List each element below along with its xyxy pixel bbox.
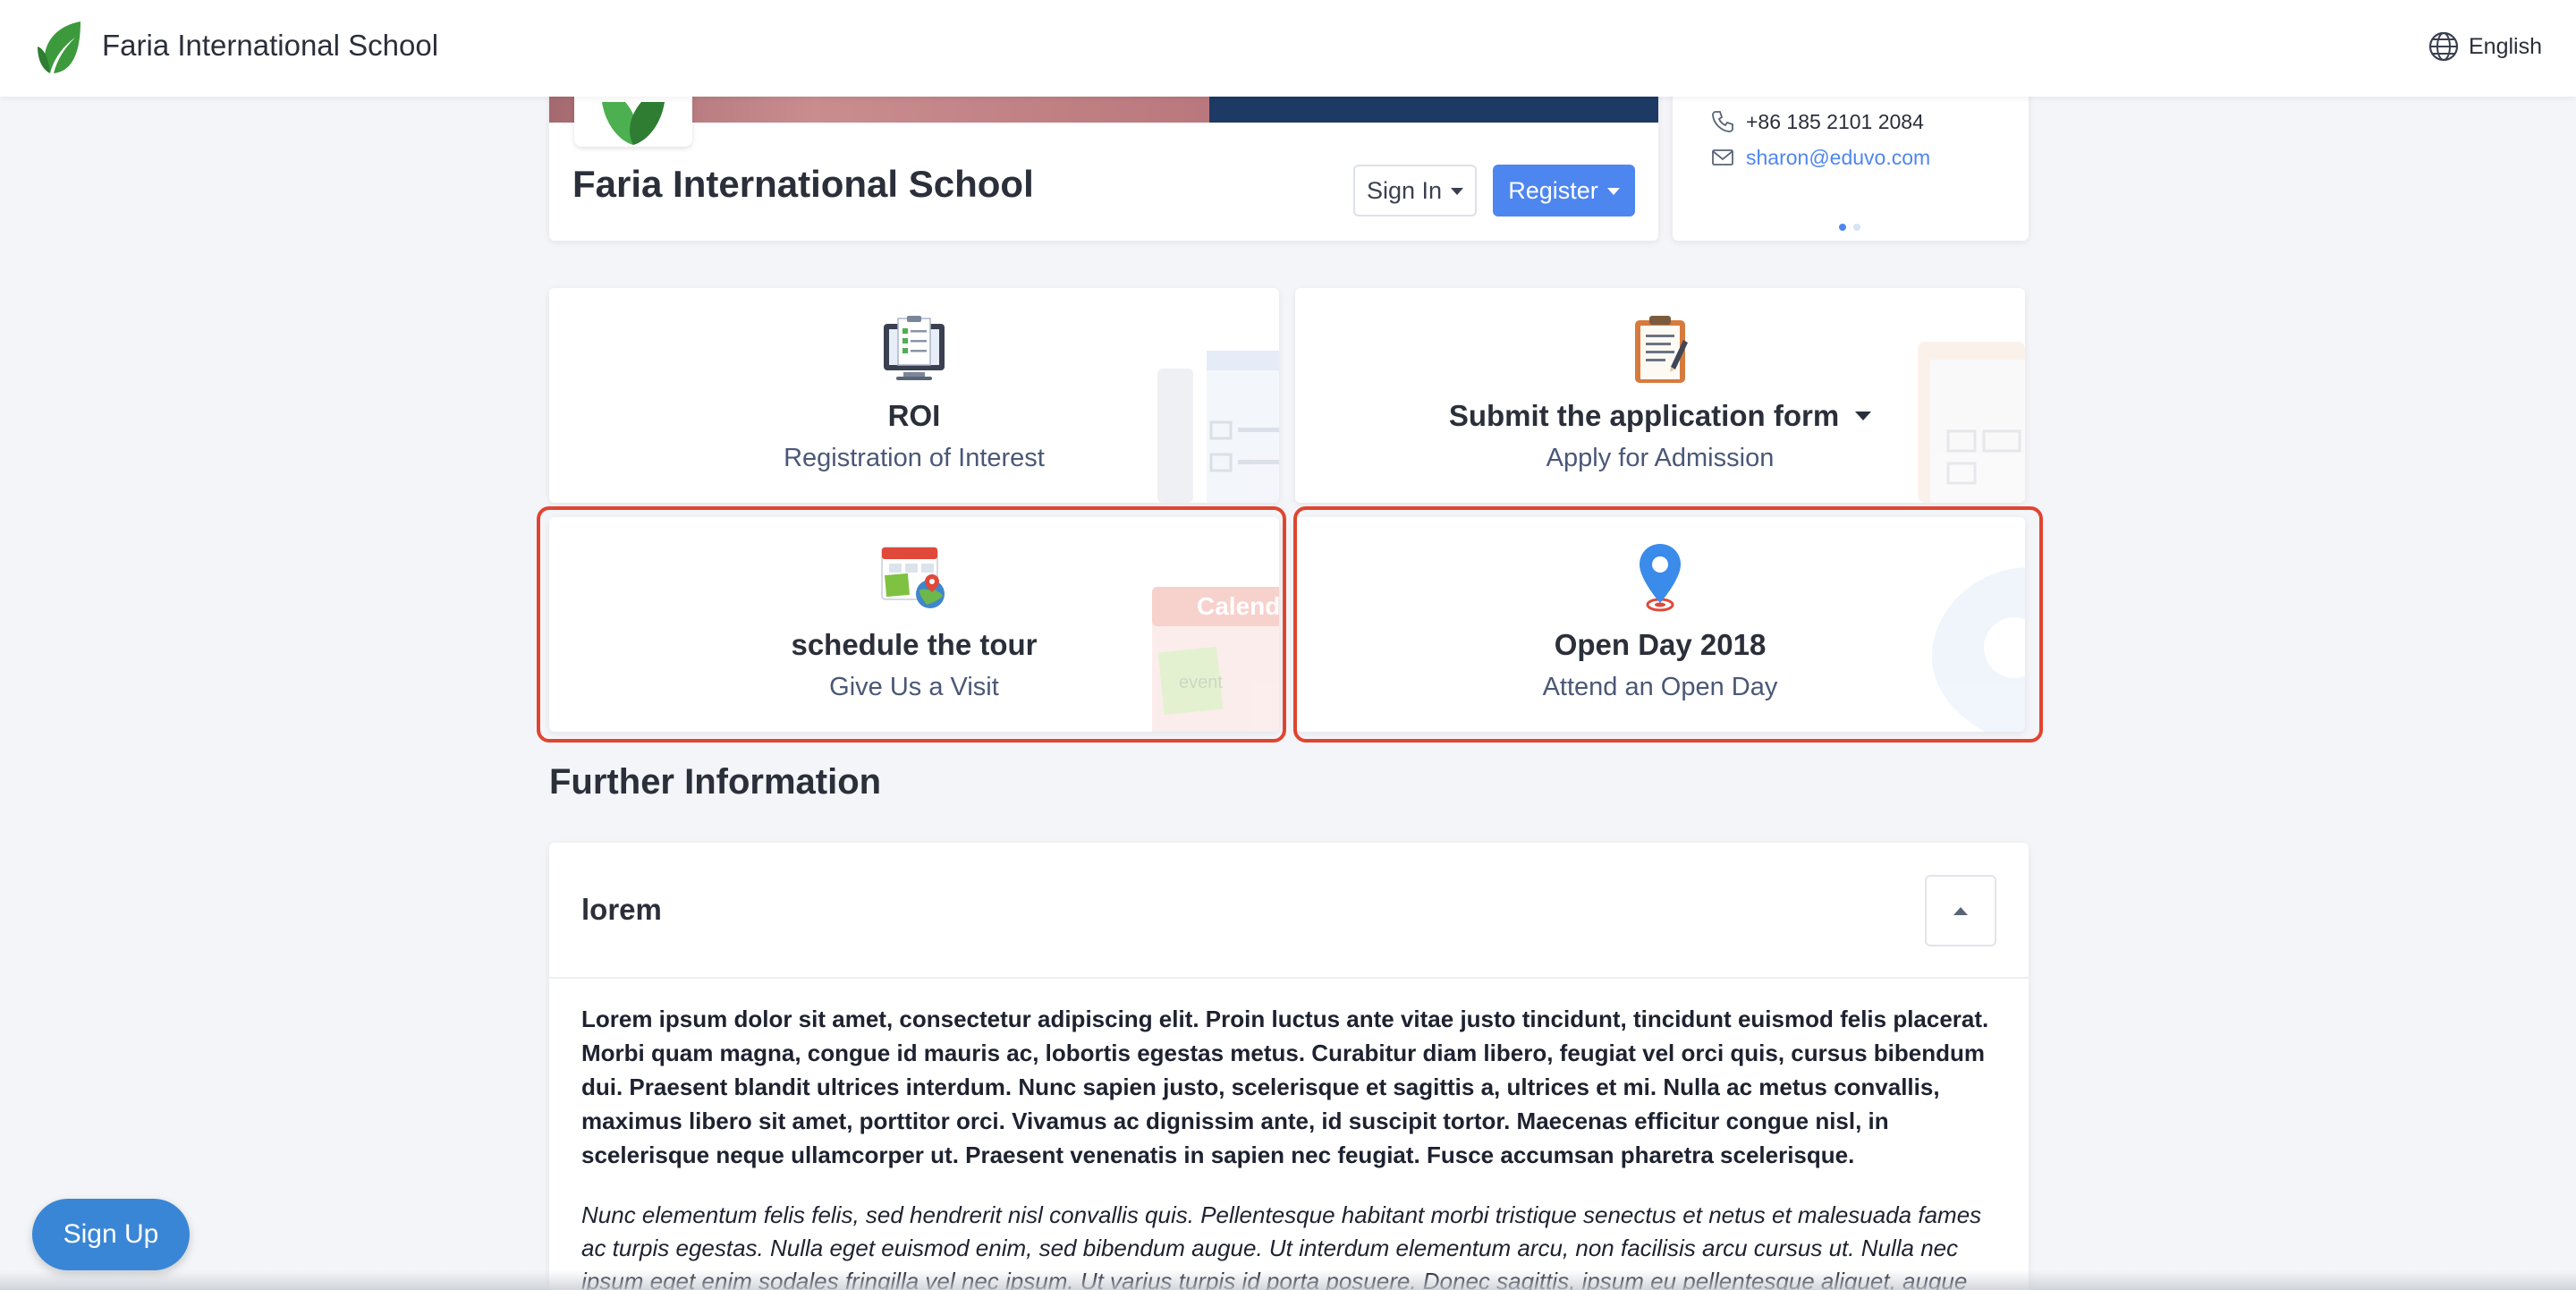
leaf-logo-icon[interactable] [34, 20, 84, 75]
leaf-logo-icon [602, 102, 665, 145]
apply-title-row[interactable]: Submit the application form [1295, 399, 2025, 433]
globe-icon [2428, 31, 2459, 62]
tour-title: schedule the tour [791, 628, 1038, 661]
further-info-heading: Further Information [549, 762, 882, 802]
contact-phone: +86 185 2101 2084 [1710, 109, 1924, 134]
chevron-down-icon[interactable] [1855, 412, 1872, 420]
tile-title: ROI [549, 399, 1279, 433]
phone-number: +86 185 2101 2084 [1746, 109, 1924, 133]
openday-subtitle: Attend an Open Day [1542, 673, 1778, 701]
schedule-tour-tile[interactable]: Calendar event schedule the tour Give Us… [549, 517, 1279, 732]
calendar-globe-icon [881, 547, 945, 608]
open-day-tile[interactable]: Open Day 2018 Attend an Open Day [1295, 517, 2025, 732]
school-name: Faria International School [572, 163, 1034, 205]
tile-title: Open Day 2018 [1295, 628, 2025, 662]
sign-in-label: Sign In [1366, 176, 1443, 204]
carousel-dot[interactable] [1853, 224, 1860, 231]
chevron-down-icon [1606, 188, 1620, 195]
tile-title: schedule the tour [549, 628, 1279, 662]
further-info-card: lorem Lorem ipsum dolor sit amet, consec… [549, 843, 2029, 1290]
top-navbar: Faria International School English [0, 0, 2576, 97]
openday-title: Open Day 2018 [1554, 628, 1767, 661]
header-brand[interactable]: Faria International School [102, 29, 438, 63]
collapse-button[interactable] [1925, 875, 1996, 946]
clipboard-icon [1635, 316, 1688, 383]
apply-title: Submit the application form [1448, 399, 1840, 432]
calendar-watermark-text: Calendar [1197, 592, 1279, 620]
map-pin-icon [1640, 544, 1681, 612]
language-label: English [2469, 33, 2542, 59]
sign-in-button[interactable]: Sign In [1353, 165, 1477, 216]
roi-tile[interactable]: ROI Registration of Interest [549, 288, 1279, 503]
accordion-header[interactable]: lorem [549, 843, 2029, 979]
apply-tile[interactable]: Submit the application form Apply for Ad… [1295, 288, 2025, 503]
chevron-down-icon [1451, 188, 1464, 195]
language-selector[interactable]: English [2428, 30, 2542, 63]
email-link[interactable]: sharon@eduvo.com [1746, 146, 1930, 170]
phone-icon [1712, 111, 1733, 132]
register-button[interactable]: Register [1493, 165, 1635, 216]
carousel-dot[interactable] [1839, 224, 1846, 231]
chevron-up-icon [1953, 906, 1968, 915]
tour-subtitle: Give Us a Visit [829, 673, 999, 701]
accordion-title: lorem [581, 893, 662, 926]
register-label: Register [1508, 176, 1598, 204]
body-paragraph-bold: Lorem ipsum dolor sit amet, consectetur … [581, 1006, 1989, 1168]
roi-subtitle: Registration of Interest [784, 444, 1045, 472]
scroll-shadow [0, 1270, 2576, 1290]
contact-email[interactable]: sharon@eduvo.com [1710, 145, 1930, 170]
apply-subtitle: Apply for Admission [1546, 444, 1775, 472]
carousel-dots [1839, 224, 1860, 231]
sign-up-button[interactable]: Sign Up [32, 1199, 190, 1270]
mail-icon [1712, 149, 1733, 165]
roi-title: ROI [887, 399, 941, 432]
checklist-computer-icon [884, 316, 945, 380]
